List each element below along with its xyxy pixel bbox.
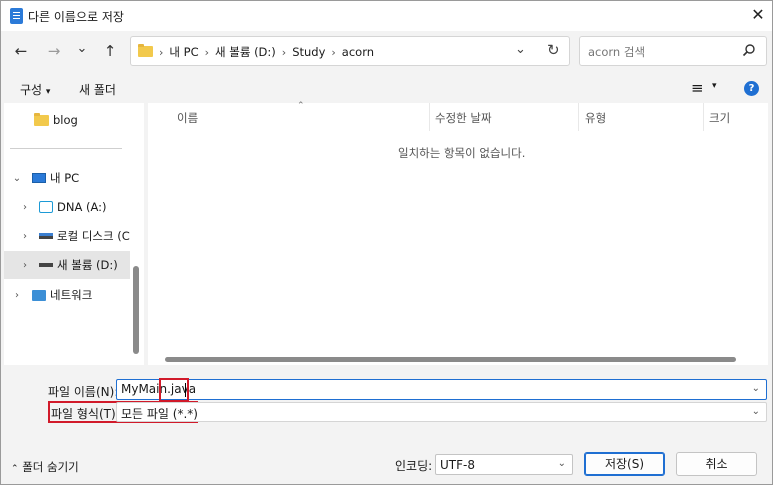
search-input[interactable]: acorn 검색: [579, 36, 767, 66]
folder-icon: [138, 44, 153, 57]
folder-icon: [34, 112, 49, 126]
filename-label: 파일 이름(N):: [48, 385, 119, 399]
breadcrumb-item[interactable]: acorn: [342, 45, 374, 59]
column-header-name[interactable]: 이름: [177, 110, 198, 126]
filetype-value: 모든 파일 (*.*): [121, 407, 198, 421]
hide-folders-button[interactable]: ⌃ 폴더 숨기기: [11, 459, 79, 475]
sidebar-item-label: DNA (A:): [57, 200, 107, 214]
sidebar-item-label: 로컬 디스크 (C: [57, 229, 130, 243]
view-icon[interactable]: ≡: [691, 79, 704, 97]
save-button[interactable]: 저장(S): [584, 452, 665, 476]
address-bar[interactable]: › 내 PC › 새 볼륨 (D:) › Study › acorn ⌄ ↻: [130, 36, 570, 66]
chevron-right-icon[interactable]: ›: [19, 231, 31, 242]
hide-folders-label: 폴더 숨기기: [22, 460, 79, 474]
refresh-icon[interactable]: ↻: [547, 41, 560, 59]
recent-locations-button[interactable]: ⌄: [71, 38, 93, 60]
chevron-up-icon: ⌃: [11, 464, 19, 474]
empty-message: 일치하는 항목이 없습니다.: [398, 146, 526, 160]
sort-ascending-icon: ⌃: [297, 101, 305, 111]
column-divider[interactable]: [703, 103, 704, 131]
navigation-pane-scrollbar[interactable]: [133, 266, 139, 354]
encoding-label: 인코딩:: [395, 459, 433, 473]
help-icon[interactable]: ?: [744, 81, 759, 96]
horizontal-scrollbar[interactable]: [165, 357, 736, 362]
save-as-dialog: 다른 이름으로 저장 ✕ ← → ⌄ ↑ › 내 PC › 새 볼륨 (D:) …: [0, 0, 773, 485]
sidebar-item-volume-d[interactable]: › 새 볼륨 (D:): [4, 251, 130, 279]
chevron-right-icon[interactable]: ›: [11, 290, 23, 301]
search-icon[interactable]: [742, 43, 756, 57]
footer: ⌃ 폴더 숨기기 인코딩: UTF-8 ⌄ 저장(S) 취소: [1, 429, 772, 484]
organize-label: 구성: [20, 83, 43, 97]
sidebar-item-local-disk-c[interactable]: › 로컬 디스크 (C: [4, 222, 130, 250]
file-list: ⌃ 이름 수정한 날짜 유형 크기 일치하는 항목이 없습니다.: [148, 101, 768, 365]
sidebar-item-blog[interactable]: blog: [4, 106, 130, 134]
chevron-right-icon: ›: [204, 45, 210, 59]
sidebar-item-this-pc[interactable]: ⌄ 내 PC: [4, 164, 130, 192]
forward-button[interactable]: →: [43, 40, 65, 62]
breadcrumb: › 내 PC › 새 볼륨 (D:) › Study › acorn: [159, 44, 374, 60]
encoding-select[interactable]: UTF-8 ⌄: [435, 454, 573, 475]
organize-button[interactable]: 구성 ▾: [20, 81, 50, 98]
column-divider[interactable]: [429, 103, 430, 131]
chevron-right-icon[interactable]: ›: [19, 260, 31, 271]
search-placeholder: acorn 검색: [588, 45, 646, 59]
caret-down-icon[interactable]: ▾: [712, 81, 717, 91]
network-icon: [32, 289, 46, 301]
column-divider[interactable]: [578, 103, 579, 131]
chevron-right-icon: ›: [331, 45, 336, 59]
chevron-right-icon[interactable]: ›: [19, 202, 31, 213]
chevron-down-icon[interactable]: ⌄: [558, 458, 566, 469]
column-header-type[interactable]: 유형: [585, 110, 606, 126]
chevron-down-icon[interactable]: ⌄: [11, 173, 23, 184]
up-button[interactable]: ↑: [99, 40, 121, 62]
column-header-size[interactable]: 크기: [709, 110, 730, 126]
sidebar-item-label: blog: [53, 113, 78, 127]
sidebar-item-network[interactable]: › 네트워크: [4, 281, 130, 309]
encoding-value: UTF-8: [440, 458, 475, 472]
filename-input[interactable]: MyMain.java ⌄: [116, 379, 767, 400]
back-button[interactable]: ←: [10, 40, 32, 62]
highlight-box: [159, 378, 189, 402]
cancel-button[interactable]: 취소: [676, 452, 757, 476]
drive-icon: [39, 233, 53, 239]
computer-icon: [32, 173, 46, 183]
chevron-down-icon[interactable]: ⌄: [752, 383, 760, 394]
chevron-down-icon[interactable]: ⌄: [752, 406, 760, 417]
breadcrumb-item[interactable]: Study: [292, 45, 325, 59]
caret-down-icon: ▾: [45, 87, 51, 97]
filetype-label: 파일 형식(T):: [51, 407, 120, 421]
drive-icon: [39, 263, 53, 267]
breadcrumb-item[interactable]: 내 PC: [169, 44, 198, 60]
filetype-select[interactable]: 모든 파일 (*.*) ⌄: [116, 402, 767, 422]
chevron-right-icon: ›: [159, 45, 164, 59]
navigation-pane: blog ⌄ 내 PC › DNA (A:) › 로컬 디스크 (C › 새 볼…: [4, 103, 144, 365]
title-bar: 다른 이름으로 저장 ✕: [1, 1, 772, 31]
sidebar-item-label: 내 PC: [50, 171, 80, 185]
chevron-down-icon[interactable]: ⌄: [515, 42, 526, 57]
network-drive-icon: [39, 201, 53, 213]
sidebar-item-dna[interactable]: › DNA (A:): [4, 193, 130, 221]
notepad-icon: [10, 8, 23, 24]
divider: [10, 148, 122, 149]
chevron-right-icon: ›: [281, 45, 287, 59]
breadcrumb-item[interactable]: 새 볼륨 (D:): [215, 44, 276, 60]
sidebar-item-label: 새 볼륨 (D:): [57, 258, 118, 272]
sidebar-item-label: 네트워크: [50, 288, 93, 302]
new-folder-button[interactable]: 새 폴더: [79, 81, 116, 98]
close-icon[interactable]: ✕: [747, 4, 769, 26]
window-title: 다른 이름으로 저장: [28, 10, 124, 24]
column-header-modified[interactable]: 수정한 날짜: [435, 110, 492, 126]
